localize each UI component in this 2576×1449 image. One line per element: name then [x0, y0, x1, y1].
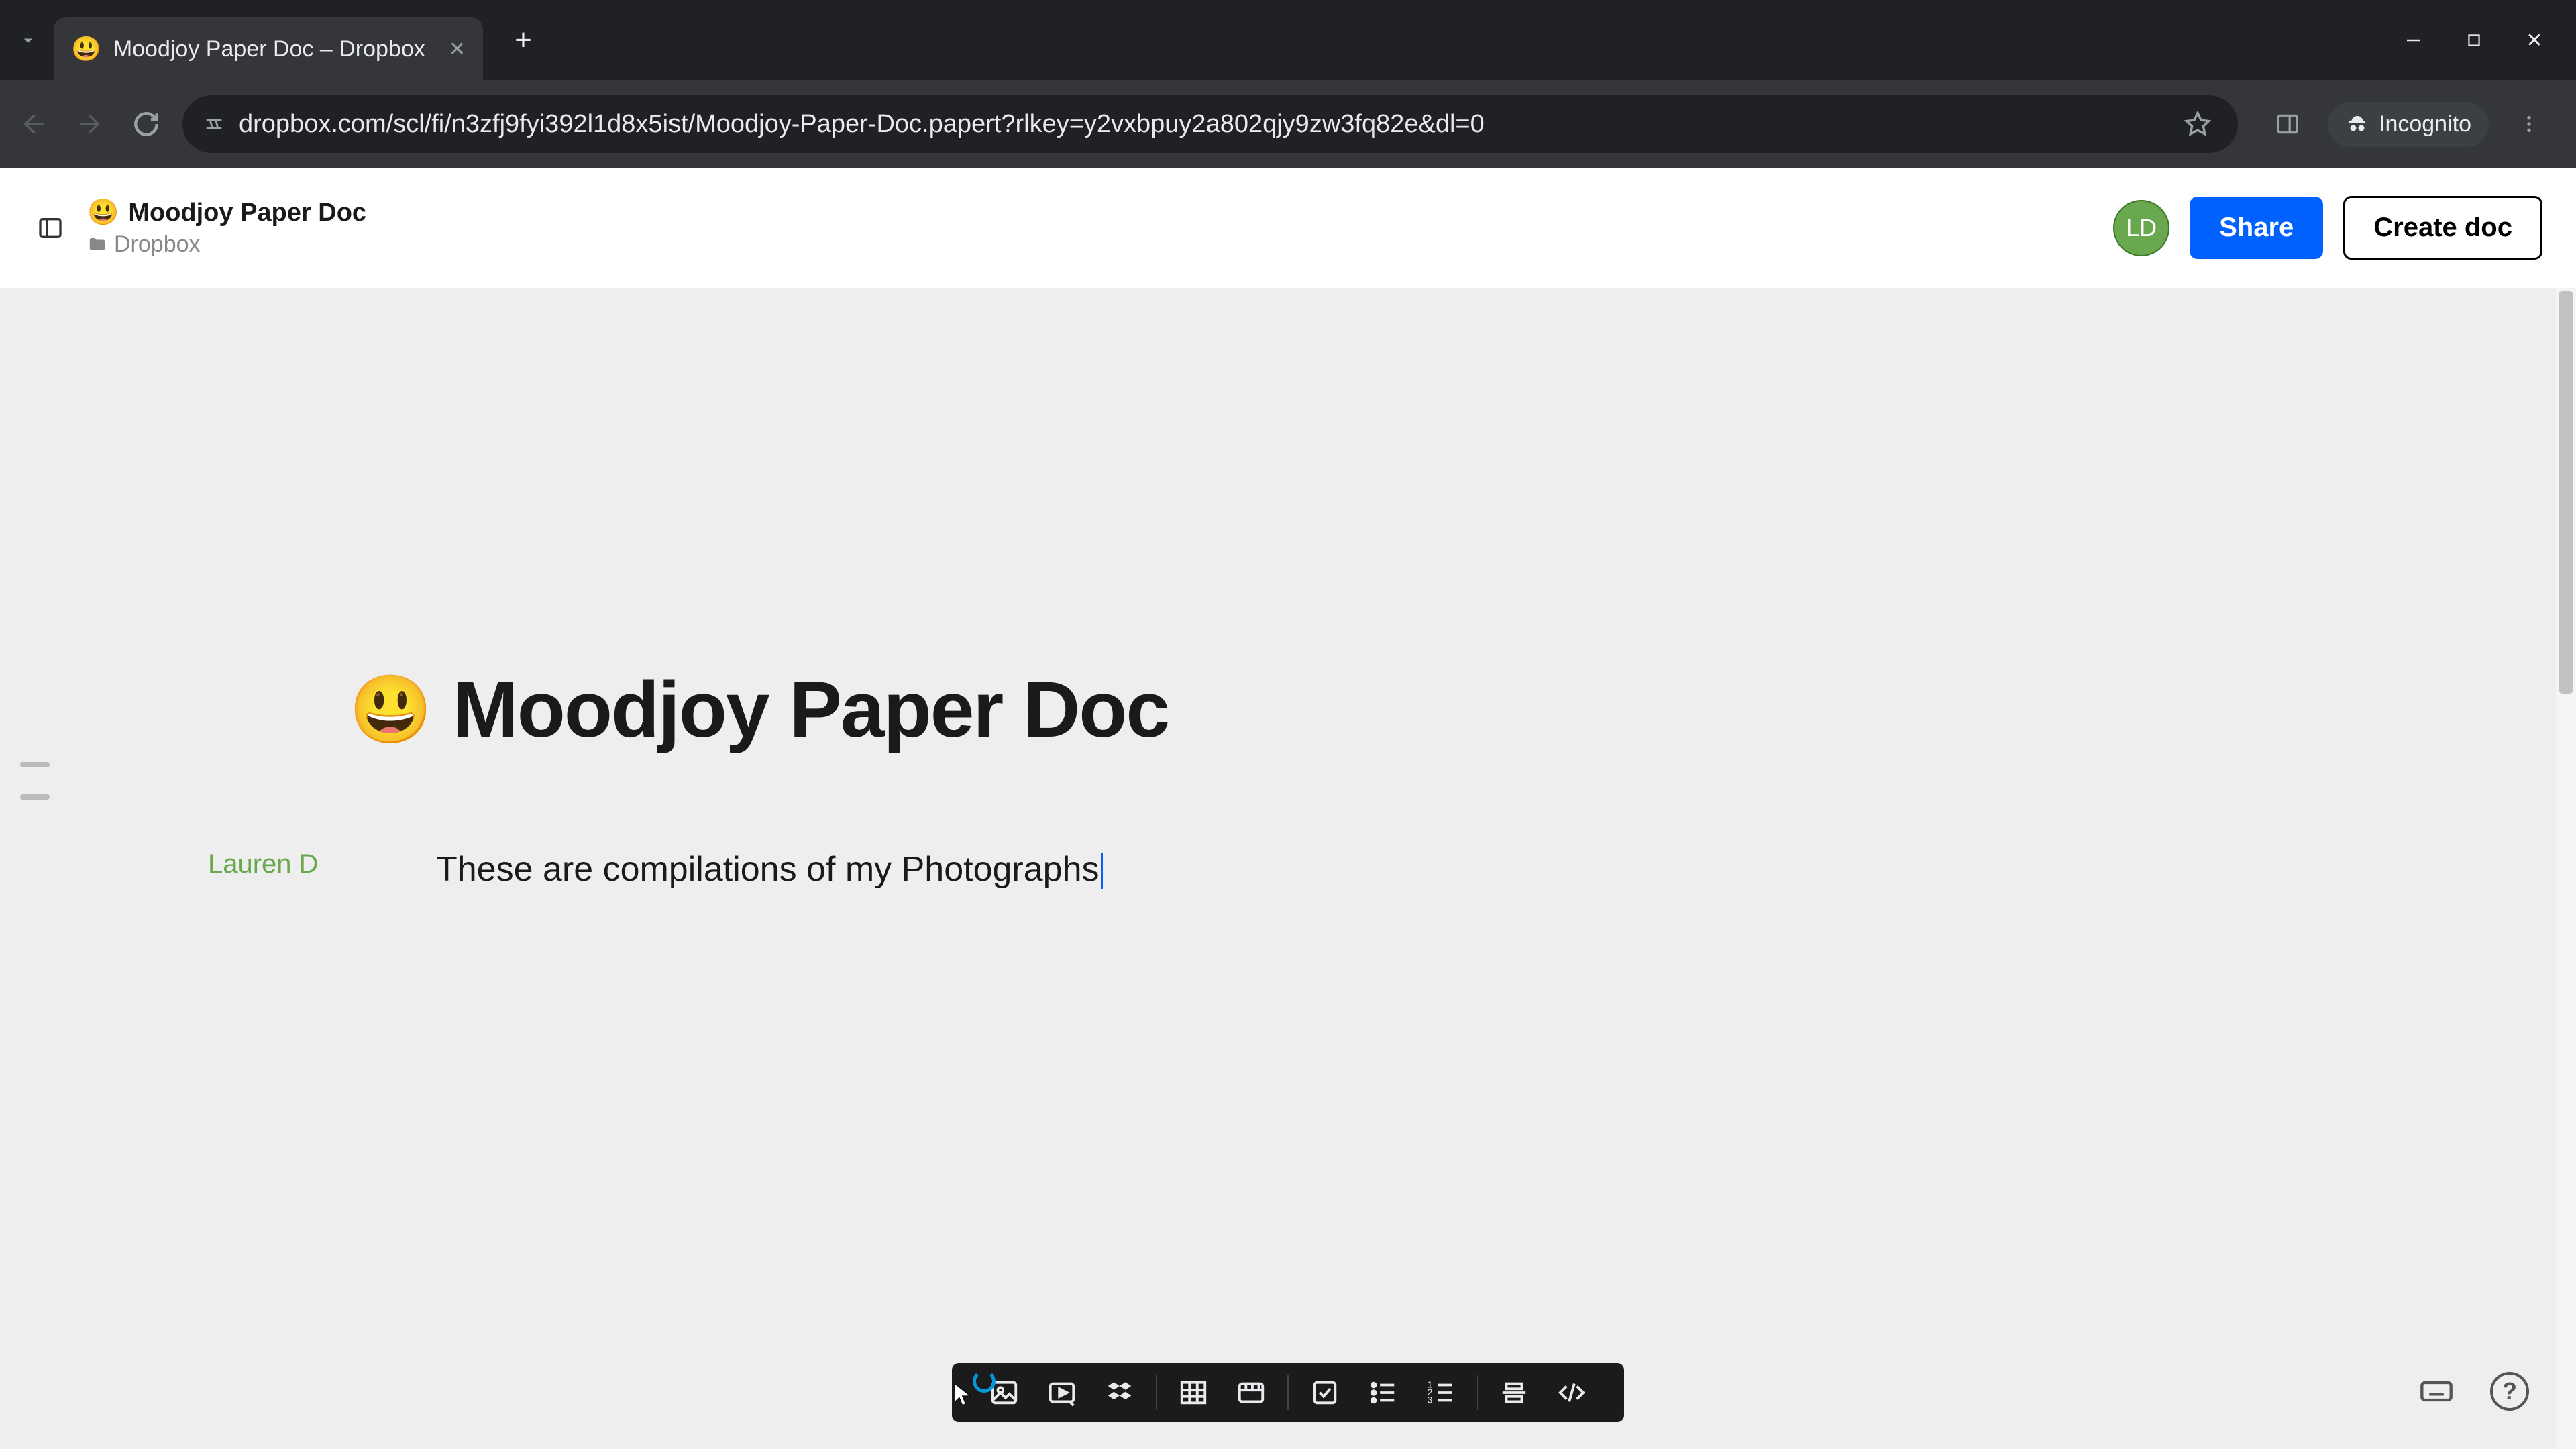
bulleted-list-icon[interactable]	[1365, 1375, 1400, 1410]
video-icon[interactable]	[1044, 1375, 1079, 1410]
site-info-icon[interactable]	[203, 113, 225, 136]
scrollbar-track[interactable]	[2556, 288, 2576, 1449]
dropbox-icon[interactable]	[1102, 1375, 1137, 1410]
numbered-list-icon[interactable]: 123	[1423, 1375, 1458, 1410]
loading-spinner-icon	[973, 1370, 996, 1393]
body-text-content: These are compilations of my Photographs	[436, 850, 1099, 889]
url-text: dropbox.com/scl/fi/n3zfj9fyi392l1d8x5ist…	[239, 110, 1485, 139]
avatar[interactable]: LD	[2113, 200, 2169, 256]
timeline-icon[interactable]	[1234, 1375, 1269, 1410]
keyboard-shortcuts-icon[interactable]	[2416, 1371, 2457, 1411]
table-icon[interactable]	[1176, 1375, 1211, 1410]
share-button[interactable]: Share	[2190, 197, 2323, 259]
page-title[interactable]: Moodjoy Paper Doc	[453, 664, 1169, 755]
header-doc-title: Moodjoy Paper Doc	[128, 199, 366, 227]
incognito-label: Incognito	[2379, 111, 2471, 138]
avatar-initials: LD	[2126, 214, 2157, 242]
create-doc-button[interactable]: Create doc	[2343, 196, 2542, 260]
code-icon[interactable]	[1554, 1375, 1589, 1410]
body-text[interactable]: These are compilations of my Photographs	[436, 849, 1103, 890]
tab-favicon: 😃	[71, 35, 101, 63]
window-maximize-button[interactable]	[2461, 27, 2487, 54]
help-icon[interactable]: ?	[2490, 1372, 2529, 1411]
new-tab-button[interactable]: +	[503, 20, 543, 60]
bookmark-star-icon[interactable]	[2178, 104, 2218, 144]
text-cursor	[1101, 853, 1103, 889]
breadcrumb-label: Dropbox	[114, 231, 201, 258]
author-label: Lauren D	[208, 849, 319, 879]
header-doc-emoji: 😃	[87, 198, 119, 227]
window-minimize-button[interactable]	[2400, 27, 2427, 54]
tab-search-dropdown[interactable]	[8, 20, 48, 60]
scrollbar-thumb[interactable]	[2559, 291, 2573, 694]
nav-reload-button[interactable]	[126, 104, 166, 144]
browser-menu-icon[interactable]	[2509, 104, 2549, 144]
window-close-button[interactable]: ✕	[2521, 27, 2548, 54]
side-panel-icon[interactable]	[2267, 104, 2308, 144]
folder-icon	[87, 235, 107, 255]
nav-forward-button[interactable]	[70, 104, 110, 144]
browser-tab[interactable]: 😃 Moodjoy Paper Doc – Dropbox ✕	[54, 17, 483, 80]
address-bar[interactable]: dropbox.com/scl/fi/n3zfj9fyi392l1d8x5ist…	[182, 95, 2238, 153]
handle-icon	[20, 794, 50, 800]
incognito-badge[interactable]: Incognito	[2328, 102, 2489, 147]
margin-handles[interactable]	[20, 762, 50, 800]
insert-toolbar: 123	[952, 1363, 1624, 1422]
checklist-icon[interactable]	[1307, 1375, 1342, 1410]
breadcrumb[interactable]: Dropbox	[87, 231, 366, 258]
sidebar-toggle-icon[interactable]	[34, 211, 67, 245]
tab-close-icon[interactable]: ✕	[449, 38, 466, 61]
tab-title: Moodjoy Paper Doc – Dropbox	[113, 36, 437, 62]
nav-back-button[interactable]	[13, 104, 54, 144]
divider-icon[interactable]	[1497, 1375, 1532, 1410]
handle-icon	[20, 762, 50, 767]
svg-text:3: 3	[1428, 1395, 1432, 1405]
doc-emoji[interactable]: 😃	[349, 671, 433, 749]
